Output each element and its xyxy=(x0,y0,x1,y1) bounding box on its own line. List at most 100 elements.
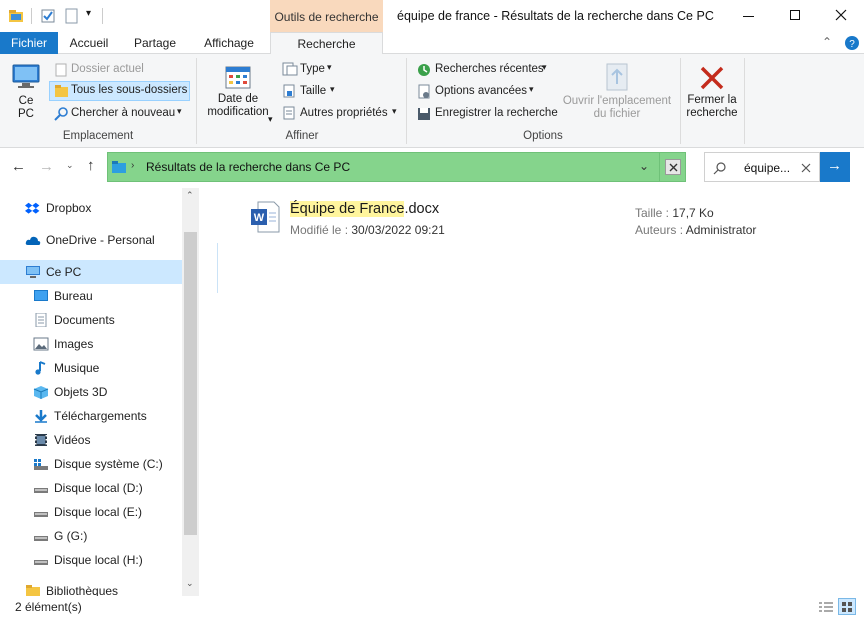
date-modified-button[interactable]: Date de modification ▾ xyxy=(200,58,276,128)
nav-item[interactable]: Disque local (D:) xyxy=(0,476,182,500)
advanced-options-dropdown-icon: ▾ xyxy=(529,84,534,94)
scroll-thumb[interactable] xyxy=(184,232,197,535)
documents-icon xyxy=(35,313,47,327)
word-document-icon: W xyxy=(251,201,280,233)
address-row: ← → ⌄ ↑ › Résultats de la recherche dans… xyxy=(0,148,864,188)
open-file-location-button[interactable]: Ouvrir l'emplacement du fichier xyxy=(558,58,676,128)
recent-locations-icon[interactable]: ⌄ xyxy=(66,160,74,171)
pc-icon xyxy=(26,266,40,278)
nav-item-label: Objets 3D xyxy=(54,385,108,399)
close-search-icon xyxy=(700,66,724,90)
explorer-icon[interactable] xyxy=(8,8,24,24)
up-arrow-icon[interactable]: ↑ xyxy=(87,157,95,174)
quick-access-dropdown-icon[interactable]: ▾ xyxy=(86,8,91,19)
size-filter-button[interactable]: Taille ▾ xyxy=(280,82,340,102)
nav-item-label: Images xyxy=(54,337,94,351)
save-search-button[interactable]: Enregistrer la recherche xyxy=(412,104,560,124)
nav-item[interactable]: OneDrive - Personal xyxy=(0,228,182,252)
search-go-button[interactable]: → xyxy=(820,152,850,182)
tab-accueil[interactable]: Accueil xyxy=(58,32,120,54)
close-icon xyxy=(835,9,847,21)
address-bar[interactable]: › Résultats de la recherche dans Ce PC ⌄ xyxy=(107,152,686,182)
clear-search-icon[interactable] xyxy=(801,163,811,173)
current-folder-button[interactable]: Dossier actuel xyxy=(49,60,189,80)
result-size: Taille : 17,7 Ko xyxy=(635,206,714,220)
search-again-dropdown-icon: ▾ xyxy=(177,106,182,116)
nav-item[interactable]: Documents xyxy=(0,308,182,332)
nav-item[interactable]: Musique xyxy=(0,356,182,380)
address-path: Résultats de la recherche dans Ce PC xyxy=(146,160,351,174)
nav-item-label: Bureau xyxy=(54,289,93,303)
clear-address-button[interactable] xyxy=(665,159,681,175)
result-row[interactable]: W Équipe de France.docx Modifié le : 30/… xyxy=(246,199,806,241)
nav-item[interactable]: Disque local (E:) xyxy=(0,500,182,524)
type-filter-button[interactable]: Type ▾ xyxy=(280,60,340,80)
size-value: 17,7 Ko xyxy=(672,206,714,220)
pc-large-icon xyxy=(12,64,40,88)
nav-item-label: Dropbox xyxy=(46,201,92,215)
ce-pc-scope-button[interactable]: Ce PC xyxy=(6,58,46,128)
nav-item[interactable]: Bureau xyxy=(0,284,182,308)
scroll-down-icon[interactable]: ⌄ xyxy=(186,578,194,589)
nav-item-label: Musique xyxy=(54,361,100,375)
ribbon-separator-1 xyxy=(196,58,197,144)
drive-icon xyxy=(34,512,48,517)
search-box[interactable]: équipe... xyxy=(704,152,820,182)
all-subfolders-button[interactable]: Tous les sous-dossiers xyxy=(49,81,190,101)
tab-partage[interactable]: Partage xyxy=(124,32,186,54)
ce-pc-label: Ce PC xyxy=(18,95,34,120)
properties-quick-icon[interactable] xyxy=(40,8,56,24)
tab-fichier[interactable]: Fichier xyxy=(0,32,58,54)
results-pane: W Équipe de France.docx Modifié le : 30/… xyxy=(200,188,864,596)
drive-icon xyxy=(34,560,48,565)
authors-value: Administrator xyxy=(685,223,757,237)
address-dropdown-icon[interactable]: ⌄ xyxy=(639,159,649,173)
dropbox-icon xyxy=(25,202,40,214)
folder-outline-icon xyxy=(55,63,67,77)
nav-item[interactable]: Ce PC xyxy=(0,260,182,284)
large-icons-view-button[interactable] xyxy=(838,598,856,615)
images-icon xyxy=(33,337,49,351)
maximize-button[interactable] xyxy=(772,0,818,32)
result-filename[interactable]: Équipe de France.docx xyxy=(290,201,439,217)
nav-item[interactable]: Images xyxy=(0,332,182,356)
type-filter-label: Type xyxy=(300,63,325,75)
back-arrow-icon[interactable]: ← xyxy=(11,158,26,175)
svg-text:W: W xyxy=(254,212,265,224)
open-location-icon xyxy=(606,63,628,91)
maximize-icon xyxy=(790,10,800,20)
nav-item[interactable]: Objets 3D xyxy=(0,380,182,404)
search-again-button[interactable]: Chercher à nouveau ▾ xyxy=(49,104,189,124)
downloads-icon xyxy=(35,410,47,423)
close-button[interactable] xyxy=(818,0,864,32)
nav-item[interactable]: Dropbox xyxy=(0,196,182,220)
other-properties-button[interactable]: Autres propriétés ▾ xyxy=(280,104,404,124)
desktop-icon xyxy=(34,290,48,301)
ribbon-separator-4 xyxy=(744,58,745,144)
all-subfolders-label: Tous les sous-dossiers xyxy=(71,84,188,96)
search-icon xyxy=(713,162,726,175)
nav-item[interactable]: Disque système (C:) xyxy=(0,452,182,476)
recent-searches-button[interactable]: Recherches récentes ▾ xyxy=(412,60,554,80)
nav-item[interactable]: Téléchargements xyxy=(0,404,182,428)
scroll-up-icon[interactable]: ⌃ xyxy=(186,190,194,201)
help-icon[interactable]: ? xyxy=(844,35,860,51)
close-search-button[interactable]: Fermer la recherche xyxy=(683,58,741,128)
ribbon-search: Ce PC Dossier actuel Tous les sous-dossi… xyxy=(0,54,864,148)
properties-icon xyxy=(283,106,295,120)
tab-recherche[interactable]: Recherche xyxy=(270,32,383,55)
minimize-button[interactable] xyxy=(726,0,772,32)
nav-item-label: Disque système (C:) xyxy=(54,457,163,471)
collapse-ribbon-icon[interactable]: ⌃ xyxy=(822,35,832,49)
group-options: Options xyxy=(523,130,563,142)
nav-scrollbar[interactable]: ⌃ ⌄ xyxy=(182,188,199,596)
forward-arrow-icon[interactable]: → xyxy=(39,158,54,175)
nav-item[interactable]: Disque local (H:) xyxy=(0,548,182,572)
search-input[interactable]: équipe... xyxy=(744,161,790,175)
tab-affichage[interactable]: Affichage xyxy=(196,32,262,54)
advanced-options-button[interactable]: Options avancées ▾ xyxy=(412,82,540,102)
nav-item[interactable]: G (G:) xyxy=(0,524,182,548)
new-folder-quick-icon[interactable] xyxy=(64,8,80,24)
details-view-icon[interactable] xyxy=(818,600,834,614)
nav-item[interactable]: Vidéos xyxy=(0,428,182,452)
